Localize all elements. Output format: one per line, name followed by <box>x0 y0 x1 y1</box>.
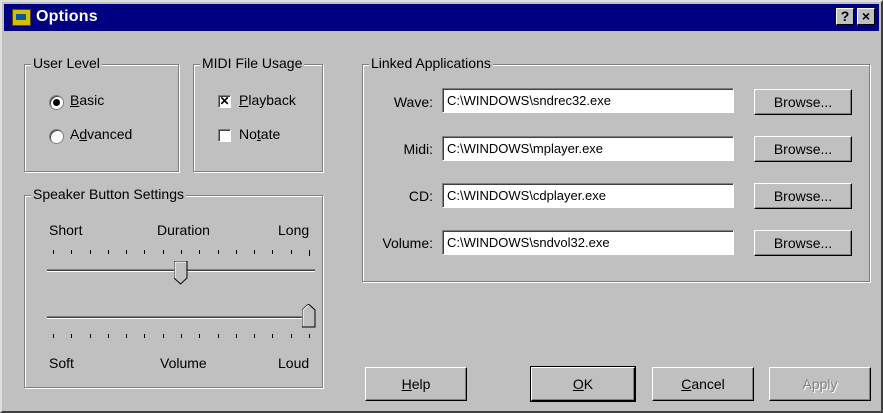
user-level-group: User Level <box>24 55 179 172</box>
window-title: Options <box>36 8 98 25</box>
slider-tick <box>272 250 273 254</box>
slider-tick <box>181 250 182 254</box>
wave-label: Wave: <box>393 94 433 110</box>
slider-tick <box>108 250 109 254</box>
slider-tick <box>53 334 54 338</box>
slider-tick <box>254 334 255 338</box>
duration-label-short: Short <box>49 222 83 238</box>
volume-label: Volume <box>160 355 207 371</box>
options-dialog: Options ? × User Level Basic Advanced MI… <box>0 0 883 413</box>
slider-tick <box>163 250 164 254</box>
slider-tick <box>291 250 292 254</box>
radio-advanced-label[interactable]: Advanced <box>70 126 132 142</box>
midi-file-usage-legend: MIDI File Usage <box>200 55 305 71</box>
slider-tick <box>181 334 182 338</box>
close-icon[interactable]: × <box>857 8 875 25</box>
app-icon <box>12 9 31 26</box>
midi-label: Midi: <box>403 141 433 157</box>
slider-tick <box>144 250 145 254</box>
duration-slider-thumb[interactable] <box>174 261 188 285</box>
slider-tick <box>218 250 219 254</box>
slider-tick <box>236 250 237 254</box>
slider-tick <box>71 334 72 338</box>
checkbox-notate[interactable] <box>218 129 231 142</box>
midi-file-usage-group: MIDI File Usage <box>193 55 323 172</box>
volume-label-loud: Loud <box>278 355 310 371</box>
duration-label: Duration <box>157 222 210 238</box>
cancel-button[interactable]: Cancel <box>652 367 754 401</box>
volume-slider-track <box>47 316 315 319</box>
slider-tick <box>309 250 310 256</box>
slider-tick <box>53 250 54 254</box>
speaker-settings-legend: Speaker Button Settings <box>31 186 186 202</box>
slider-tick <box>126 334 127 338</box>
help-button[interactable]: Help <box>365 367 467 401</box>
checkbox-playback-label[interactable]: Playback <box>239 92 296 108</box>
volume-label-soft: Soft <box>49 355 74 371</box>
slider-tick <box>291 334 292 338</box>
volume-browse-button[interactable]: Browse... <box>754 230 852 256</box>
slider-tick <box>272 334 273 338</box>
apply-button[interactable]: Apply <box>769 367 871 401</box>
cd-browse-button[interactable]: Browse... <box>754 183 852 209</box>
slider-tick <box>199 334 200 338</box>
ok-button[interactable]: OK <box>530 366 636 402</box>
user-level-legend: User Level <box>31 55 102 71</box>
slider-tick <box>218 334 219 338</box>
slider-tick <box>144 334 145 338</box>
radio-basic[interactable] <box>49 95 64 110</box>
slider-tick <box>71 250 72 254</box>
wave-path-field[interactable]: C:\WINDOWS\sndrec32.exe <box>442 88 734 113</box>
checkbox-playback[interactable]: ✕ <box>218 95 231 108</box>
duration-slider[interactable] <box>47 247 315 287</box>
volume-slider-thumb[interactable] <box>302 304 316 328</box>
midi-browse-button[interactable]: Browse... <box>754 136 852 162</box>
slider-tick <box>309 334 310 338</box>
checkbox-notate-label[interactable]: Notate <box>239 126 280 142</box>
radio-basic-label[interactable]: Basic <box>70 92 104 108</box>
cd-label: CD: <box>408 188 433 204</box>
linked-applications-legend: Linked Applications <box>369 55 493 71</box>
radio-advanced[interactable] <box>49 129 64 144</box>
volume-app-label: Volume: <box>382 235 433 251</box>
slider-tick <box>254 250 255 254</box>
wave-browse-button[interactable]: Browse... <box>754 89 852 115</box>
cd-path-field[interactable]: C:\WINDOWS\cdplayer.exe <box>442 183 734 208</box>
title-bar[interactable]: Options ? × <box>4 4 879 31</box>
slider-tick <box>108 334 109 338</box>
volume-slider[interactable] <box>47 302 316 344</box>
midi-path-field[interactable]: C:\WINDOWS\mplayer.exe <box>442 136 734 161</box>
slider-tick <box>90 334 91 338</box>
slider-tick <box>90 250 91 254</box>
slider-tick <box>126 250 127 254</box>
duration-label-long: Long <box>278 222 310 238</box>
volume-path-field[interactable]: C:\WINDOWS\sndvol32.exe <box>442 230 734 255</box>
slider-tick <box>163 334 164 338</box>
help-title-button[interactable]: ? <box>836 8 854 25</box>
slider-tick <box>199 250 200 254</box>
slider-tick <box>236 334 237 338</box>
